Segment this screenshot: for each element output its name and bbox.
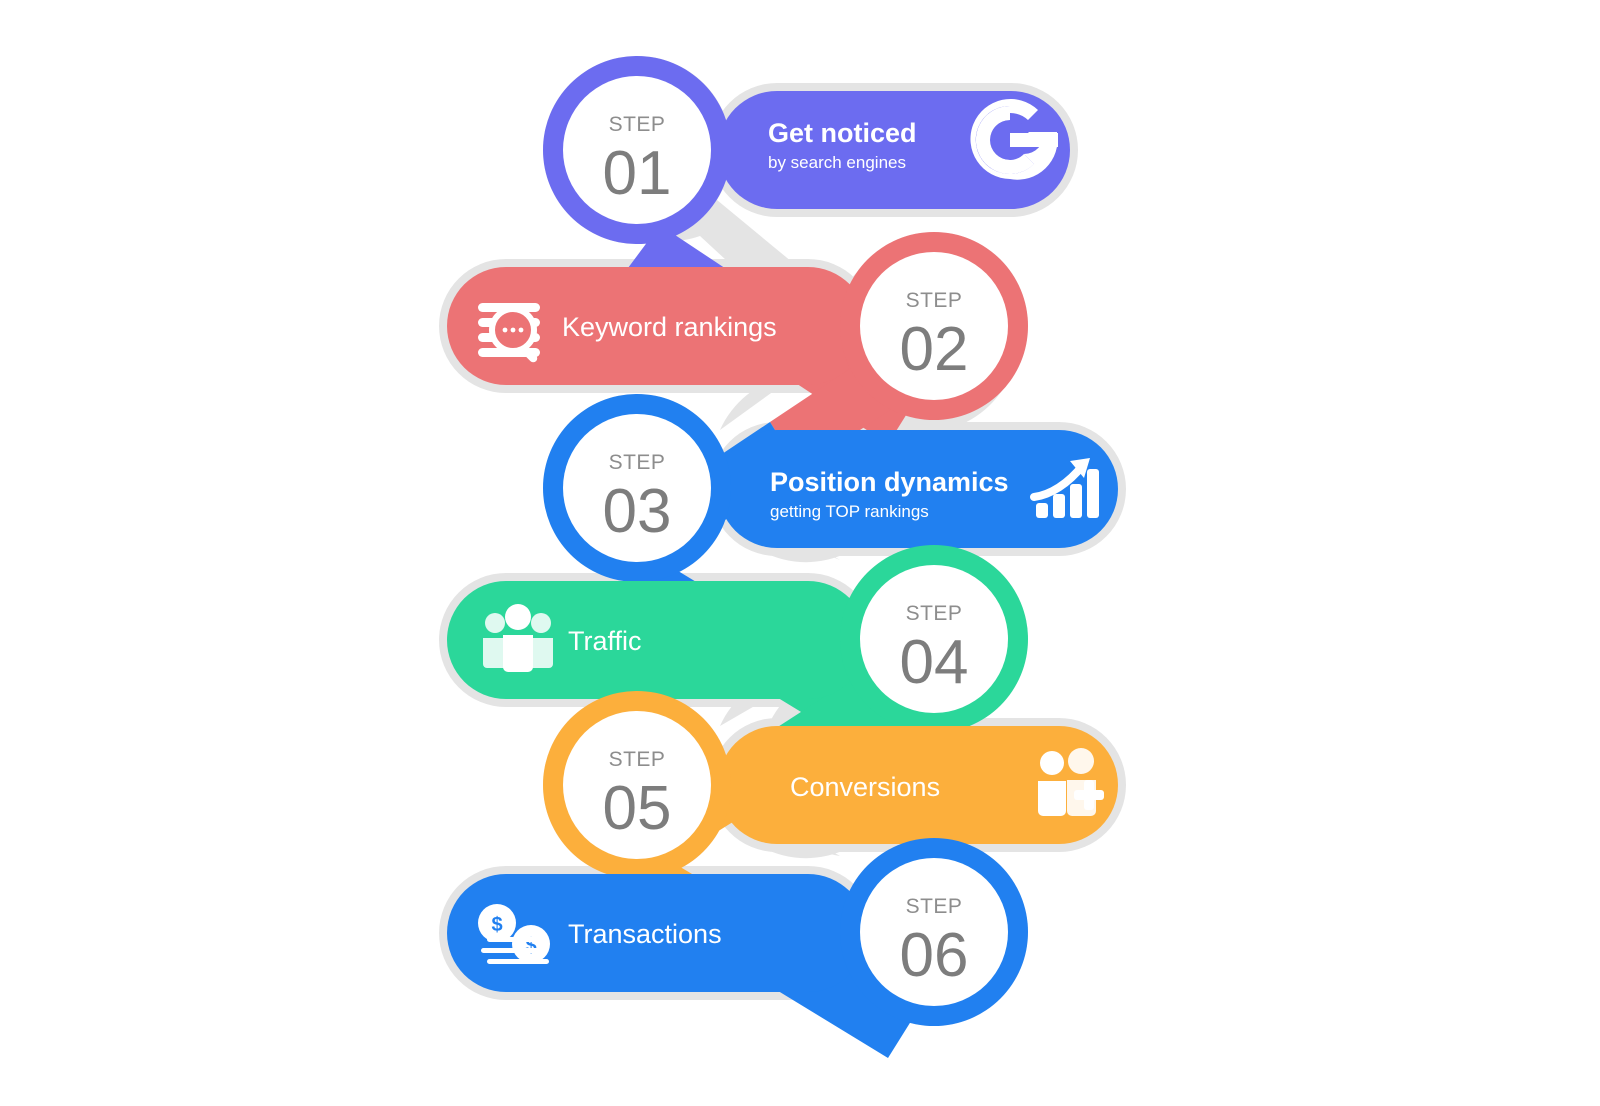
step-01-title: Get noticed xyxy=(768,118,917,148)
step-05-number: 05 xyxy=(603,774,672,843)
step-04-title: Traffic xyxy=(568,626,642,656)
svg-text:$: $ xyxy=(491,914,502,936)
step-04-label: STEP xyxy=(906,602,963,625)
infographic-stage: STEP 01 Get noticed by search engines ST… xyxy=(0,0,1600,1106)
step-05-label: STEP xyxy=(609,748,666,771)
step-03-title: Position dynamics xyxy=(770,467,1009,497)
step-06-label: STEP xyxy=(906,895,963,918)
step-02-number: 02 xyxy=(900,315,969,384)
step-06-number: 06 xyxy=(900,921,969,990)
step-02-title: Keyword rankings xyxy=(562,312,777,342)
step-06-title: Transactions xyxy=(568,919,722,949)
step-05-title: Conversions xyxy=(790,772,940,802)
step-04-number: 04 xyxy=(900,628,969,697)
step-01-label: STEP xyxy=(609,113,666,136)
seo-process-infographic: STEP 01 Get noticed by search engines ST… xyxy=(439,55,1126,1058)
people-group-icon xyxy=(483,604,553,672)
step-03-subtitle: getting TOP rankings xyxy=(770,502,929,521)
step-03-number: 03 xyxy=(603,477,672,546)
step-01-number: 01 xyxy=(603,139,672,208)
step-03-label: STEP xyxy=(609,451,666,474)
step-01-subtitle: by search engines xyxy=(768,153,906,172)
step-02-label: STEP xyxy=(906,289,963,312)
